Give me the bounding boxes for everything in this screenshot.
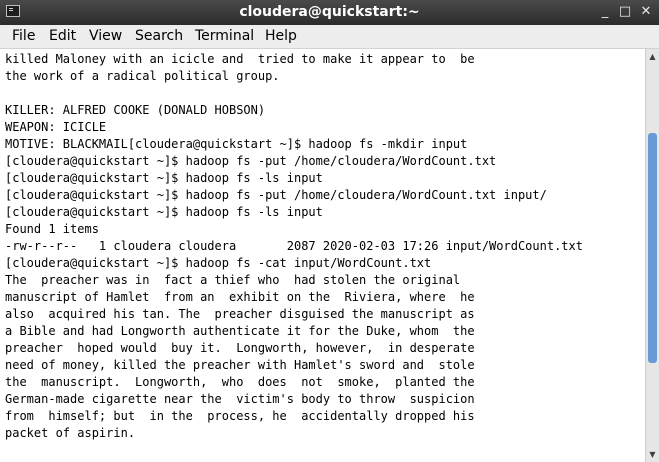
- terminal-line: The preacher was in fact a thief who had…: [5, 273, 461, 287]
- terminal-line: [cloudera@quickstart ~]$ hadoop fs -ls i…: [5, 171, 323, 185]
- menu-view[interactable]: View: [89, 25, 122, 48]
- terminal-line: [cloudera@quickstart ~]$ hadoop fs -cat …: [5, 256, 432, 270]
- minimize-icon[interactable]: _: [597, 4, 613, 20]
- terminal-line: manuscript of Hamlet from an exhibit on …: [5, 290, 475, 304]
- menu-help[interactable]: Help: [265, 25, 297, 48]
- terminal-text[interactable]: killed Maloney with an icicle and tried …: [0, 49, 645, 442]
- terminal-line: also acquired his tan. The preacher disg…: [5, 307, 475, 321]
- menu-edit[interactable]: Edit: [49, 25, 76, 48]
- terminal-line: killed Maloney with an icicle and tried …: [5, 52, 475, 66]
- terminal-line: WEAPON: ICICLE: [5, 120, 107, 134]
- terminal-line: German-made cigarette near the victim's …: [5, 392, 475, 406]
- terminal-line: KILLER: ALFRED COOKE (DONALD HOBSON): [5, 103, 266, 117]
- terminal-line: Found 1 items: [5, 222, 99, 236]
- terminal-line: packet of aspirin.: [5, 426, 136, 440]
- scroll-up-icon[interactable]: ▲: [646, 50, 659, 63]
- terminal-output[interactable]: killed Maloney with an icicle and tried …: [0, 49, 645, 462]
- terminal-line: need of money, killed the preacher with …: [5, 358, 475, 372]
- terminal-line: a Bible and had Longworth authenticate i…: [5, 324, 475, 338]
- terminal-line: MOTIVE: BLACKMAIL[cloudera@quickstart ~]…: [5, 137, 468, 151]
- terminal-line: [cloudera@quickstart ~]$ hadoop fs -ls i…: [5, 205, 323, 219]
- scroll-thumb[interactable]: [648, 133, 657, 363]
- maximize-icon[interactable]: □: [617, 4, 633, 20]
- menu-file[interactable]: File: [12, 25, 35, 48]
- title-bar[interactable]: cloudera@quickstart:~ _ □ ✕: [0, 0, 659, 25]
- terminal-line: the manuscript. Longworth, who does not …: [5, 375, 475, 389]
- terminal-line: -rw-r--r-- 1 cloudera cloudera 2087 2020…: [5, 239, 583, 253]
- terminal-window: cloudera@quickstart:~ _ □ ✕ File Edit Vi…: [0, 0, 659, 462]
- terminal-line: from himself; but in the process, he acc…: [5, 409, 475, 423]
- terminal-line: the work of a radical political group.: [5, 69, 280, 83]
- menu-search[interactable]: Search: [135, 25, 183, 48]
- terminal-line: [cloudera@quickstart ~]$ hadoop fs -put …: [5, 154, 497, 168]
- terminal-line: preacher hoped would buy it. Longworth, …: [5, 341, 475, 355]
- terminal-line: [cloudera@quickstart ~]$ hadoop fs -put …: [5, 188, 547, 202]
- menu-bar: File Edit View Search Terminal Help: [0, 25, 659, 49]
- close-icon[interactable]: ✕: [638, 4, 654, 20]
- menu-terminal[interactable]: Terminal: [195, 25, 254, 48]
- vertical-scrollbar[interactable]: ▲ ▼: [645, 49, 659, 462]
- window-title: cloudera@quickstart:~: [239, 4, 420, 20]
- scroll-down-icon[interactable]: ▼: [646, 448, 659, 461]
